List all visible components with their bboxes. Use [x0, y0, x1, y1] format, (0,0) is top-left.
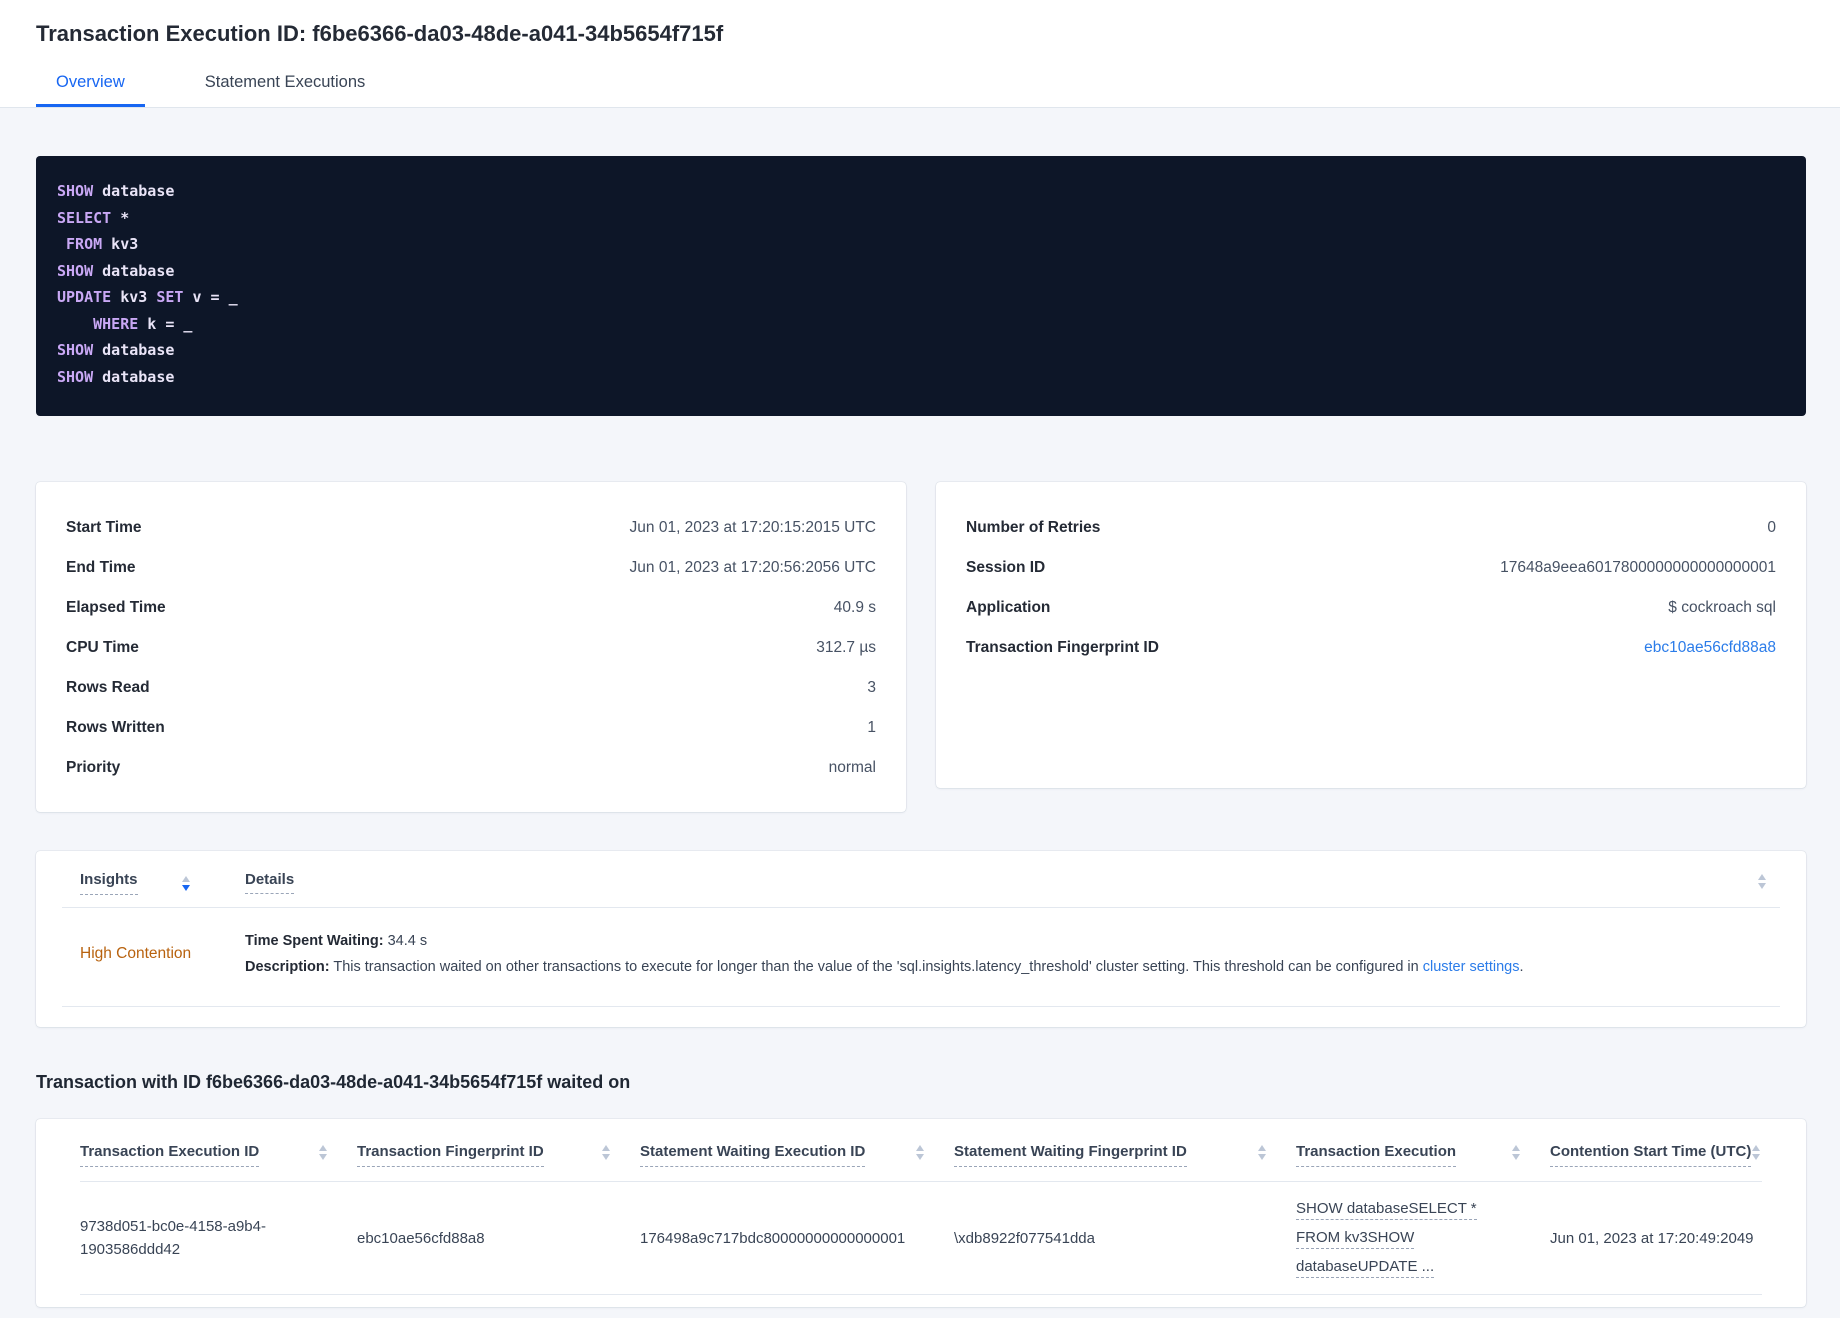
- description-suffix: .: [1519, 959, 1524, 975]
- stat-label: Application: [966, 599, 1051, 616]
- stat-value: 0: [1767, 519, 1776, 536]
- insights-table-header: Insights Details: [62, 851, 1780, 908]
- transaction-fingerprint-link[interactable]: ebc10ae56cfd88a8: [1644, 638, 1776, 658]
- stat-label: Rows Read: [66, 679, 150, 696]
- sort-icon[interactable]: [1512, 1145, 1520, 1160]
- sort-icon[interactable]: [181, 875, 190, 891]
- transaction-execution-line[interactable]: SHOW databaseSELECT *: [1296, 1198, 1477, 1220]
- cluster-settings-link[interactable]: cluster settings: [1423, 959, 1520, 975]
- insights-column-label[interactable]: Insights: [80, 871, 138, 895]
- time-spent-waiting-label: Time Spent Waiting:: [245, 933, 384, 949]
- stat-value: 312.7 µs: [816, 639, 876, 656]
- transaction-execution-line[interactable]: FROM kv3SHOW: [1296, 1227, 1415, 1249]
- stat-row-cpu-time: CPU Time 312.7 µs: [66, 628, 876, 668]
- page-content: SHOW database SELECT * FROM kv3 SHOW datab…: [0, 156, 1840, 1307]
- stat-label: End Time: [66, 559, 136, 576]
- stat-row-elapsed-time: Elapsed Time 40.9 s: [66, 588, 876, 628]
- transaction-details-page: Transaction Execution ID: f6be6366-da03-…: [0, 0, 1840, 1318]
- stat-row-priority: Priority normal: [66, 748, 876, 788]
- summary-cards-row: Start Time Jun 01, 2023 at 17:20:15:2015…: [36, 482, 1806, 812]
- transaction-sql-statements: SHOW database SELECT * FROM kv3 SHOW datab…: [36, 156, 1806, 416]
- stat-value: Jun 01, 2023 at 17:20:15:2015 UTC: [629, 519, 876, 536]
- stat-value: 3: [867, 679, 876, 696]
- column-header-transaction-fingerprint-id[interactable]: Transaction Fingerprint ID: [357, 1143, 640, 1167]
- transaction-execution-line[interactable]: databaseUPDATE ...: [1296, 1256, 1435, 1278]
- stat-label: Priority: [66, 759, 121, 776]
- waited-on-table-card: Transaction Execution ID Transaction Fin…: [36, 1119, 1806, 1307]
- description-text: This transaction waited on other transac…: [329, 959, 1423, 975]
- stat-value: 40.9 s: [833, 599, 876, 616]
- stat-row-rows-read: Rows Read 3: [66, 668, 876, 708]
- stat-row-application: Application $ cockroach sql: [966, 588, 1776, 628]
- stat-row-end-time: End Time Jun 01, 2023 at 17:20:56:2056 U…: [66, 548, 876, 588]
- column-header-transaction-execution-id[interactable]: Transaction Execution ID: [80, 1143, 357, 1167]
- insight-type-badge: High Contention: [80, 945, 192, 962]
- column-header-statement-waiting-execution-id[interactable]: Statement Waiting Execution ID: [640, 1143, 954, 1167]
- tab-bar: Overview Statement Executions: [36, 72, 1804, 107]
- sort-icon[interactable]: [1758, 874, 1766, 889]
- stat-row-rows-written: Rows Written 1: [66, 708, 876, 748]
- tab-overview[interactable]: Overview: [36, 72, 145, 107]
- stat-label: Elapsed Time: [66, 599, 166, 616]
- insight-details: Time Spent Waiting: 34.4 s Description: …: [245, 928, 1780, 980]
- sort-icon[interactable]: [916, 1145, 924, 1160]
- stat-value: Jun 01, 2023 at 17:20:56:2056 UTC: [629, 559, 876, 576]
- column-header-contention-start-time[interactable]: Contention Start Time (UTC): [1550, 1143, 1762, 1167]
- cell-transaction-execution-id: 9738d051-bc0e-4158-a9b4-1903586ddd42: [80, 1218, 266, 1258]
- stat-row-number-of-retries: Number of Retries 0: [966, 508, 1776, 548]
- stat-value: normal: [828, 759, 876, 776]
- time-spent-waiting-line: Time Spent Waiting: 34.4 s: [245, 928, 1780, 954]
- stat-value: 1: [867, 719, 876, 736]
- stat-label: Start Time: [66, 519, 142, 536]
- details-column-header: Details: [245, 871, 295, 894]
- sort-icon[interactable]: [602, 1145, 610, 1160]
- stat-label: CPU Time: [66, 639, 139, 656]
- sort-icon[interactable]: [1258, 1145, 1266, 1160]
- stat-value: 17648a9eea6017800000000000000001: [1500, 559, 1776, 576]
- column-header-transaction-execution[interactable]: Transaction Execution: [1296, 1143, 1550, 1167]
- details-column-label[interactable]: Details: [245, 871, 295, 894]
- insights-table-card: Insights Details High Contention Time Sp…: [36, 851, 1806, 1027]
- sort-icon[interactable]: [1752, 1145, 1760, 1160]
- description-line: Description: This transaction waited on …: [245, 954, 1780, 980]
- cell-transaction-fingerprint-id: ebc10ae56cfd88a8: [357, 1229, 485, 1247]
- insights-column-header[interactable]: Insights: [62, 871, 245, 895]
- description-label: Description:: [245, 959, 330, 975]
- stat-label: Session ID: [966, 559, 1046, 576]
- time-spent-waiting-value: 34.4 s: [383, 933, 428, 949]
- waited-on-heading: Transaction with ID f6be6366-da03-48de-a…: [36, 1072, 631, 1092]
- stat-value: $ cockroach sql: [1668, 599, 1776, 616]
- stat-label: Number of Retries: [966, 519, 1101, 536]
- waited-on-table-header: Transaction Execution ID Transaction Fin…: [80, 1119, 1762, 1182]
- stat-row-transaction-fingerprint-id: Transaction Fingerprint ID ebc10ae56cfd8…: [966, 628, 1776, 668]
- stat-row-session-id: Session ID 17648a9eea6017800000000000000…: [966, 548, 1776, 588]
- insight-row: High Contention Time Spent Waiting: 34.4…: [62, 908, 1780, 1007]
- cell-transaction-execution-link[interactable]: SHOW databaseSELECT * FROM kv3SHOW datab…: [1296, 1198, 1550, 1278]
- execution-details-card: Start Time Jun 01, 2023 at 17:20:15:2015…: [36, 482, 906, 812]
- column-header-statement-waiting-fingerprint-id[interactable]: Statement Waiting Fingerprint ID: [954, 1143, 1296, 1167]
- cell-statement-waiting-fingerprint-id: \xdb8922f077541dda: [954, 1229, 1095, 1247]
- page-header: Transaction Execution ID: f6be6366-da03-…: [0, 0, 1840, 108]
- waited-on-table-row: 9738d051-bc0e-4158-a9b4-1903586ddd42 ebc…: [80, 1182, 1762, 1295]
- stat-label: Rows Written: [66, 719, 165, 736]
- stat-label: Transaction Fingerprint ID: [966, 639, 1159, 656]
- page-title: Transaction Execution ID: f6be6366-da03-…: [36, 21, 724, 46]
- session-details-card: Number of Retries 0 Session ID 17648a9ee…: [936, 482, 1806, 788]
- tab-statement-executions[interactable]: Statement Executions: [185, 72, 386, 107]
- cell-contention-start-time: Jun 01, 2023 at 17:20:49:2049: [1550, 1229, 1754, 1247]
- stat-row-start-time: Start Time Jun 01, 2023 at 17:20:15:2015…: [66, 508, 876, 548]
- cell-statement-waiting-execution-id: 176498a9c717bdc80000000000000001: [640, 1229, 906, 1247]
- sort-icon[interactable]: [319, 1145, 327, 1160]
